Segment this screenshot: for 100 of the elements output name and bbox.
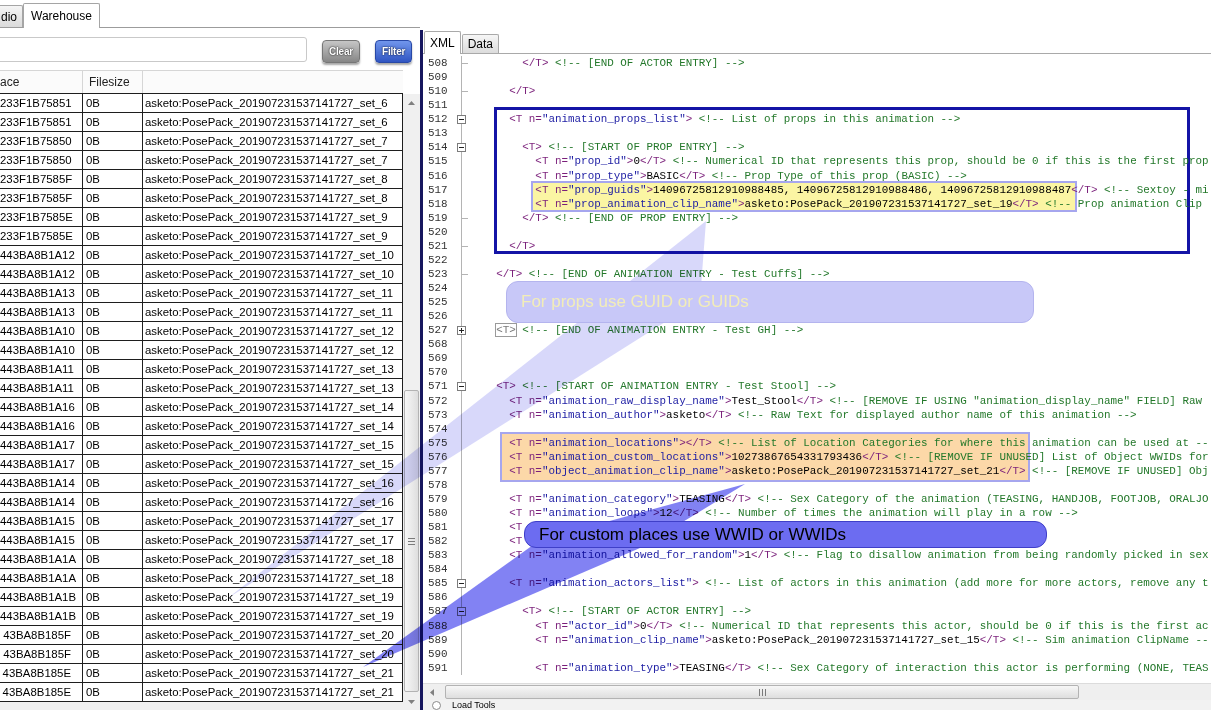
code-line: <T n="animation_custom_locations">10273867654331793436</T> <!-- [REMOVE IF UNUSED] List of Object WWIDs for: [509, 449, 1209, 464]
table-cell: 0B: [83, 170, 143, 189]
line-number: 513: [428, 126, 449, 141]
table-cell: 43BA8B185E: [0, 683, 83, 702]
line-number: 520: [428, 224, 449, 239]
column-header: Filesize: [83, 71, 143, 93]
table-cell: 233F1B7585F: [0, 189, 83, 208]
line-number: 586: [428, 590, 449, 605]
line-number: 511: [428, 98, 449, 113]
table-cell: 0B: [83, 379, 143, 398]
table-cell: 0B: [83, 588, 143, 607]
table-cell: 0B: [83, 455, 143, 474]
table-cell: 443BA8B1A16: [0, 417, 83, 436]
minus-box-icon[interactable]: [457, 578, 466, 588]
grip-lines-icon: [758, 688, 766, 696]
up-arrow-icon[interactable]: [408, 100, 415, 105]
search-field[interactable]: [0, 37, 307, 62]
line-number: 575: [428, 435, 449, 450]
code-line: <T: [509, 534, 523, 549]
line-number: 508: [428, 56, 449, 71]
line-number: 590: [428, 646, 449, 661]
minus-box-icon[interactable]: [457, 114, 466, 124]
table-cell: 0B: [83, 683, 143, 702]
code-line: <T n="animation_type">TEASING</T> <!-- Sex Category of interaction this actor is performing (NONE, TEAS: [535, 660, 1209, 675]
table-cell: 443BA8B1A14: [0, 493, 83, 512]
table-cell: 233F1B75850: [0, 132, 83, 151]
table-cell: 0B: [83, 664, 143, 683]
code-line: <T> <!-- [START OF PROP ENTRY] -->: [522, 140, 745, 155]
table-cell: asketo:PosePack_201907231537141727_set_19: [143, 588, 403, 607]
radio-option[interactable]: Load Tools: [432, 700, 496, 710]
table-cell: 0B: [83, 246, 143, 265]
table-cell: asketo:PosePack_201907231537141727_set_15: [143, 436, 403, 455]
line-number: 583: [428, 548, 449, 563]
table-cell: asketo:PosePack_201907231537141727_set_17: [143, 512, 403, 531]
table-cell: 0B: [83, 550, 143, 569]
plus-box-icon[interactable]: [457, 325, 466, 335]
line-number: 588: [428, 618, 449, 633]
table-cell: 443BA8B1A10: [0, 341, 83, 360]
line-number: 515: [428, 154, 449, 169]
table-cell: asketo:PosePack_201907231537141727_set_10: [143, 265, 403, 284]
line-number: 522: [428, 252, 449, 267]
line-number: 521: [428, 238, 449, 253]
line-number: 570: [428, 365, 449, 380]
tab[interactable]: Warehouse: [23, 3, 100, 28]
code-line: <T n="animation_props_list"> <!-- List of props in this animation -->: [509, 112, 961, 127]
code-line: </T> <!-- [END OF ACTOR ENTRY] -->: [522, 56, 745, 71]
line-number: 577: [428, 463, 449, 478]
line-number: 568: [428, 337, 449, 352]
minus-box-icon[interactable]: [457, 381, 466, 391]
table-cell: 443BA8B1A14: [0, 474, 83, 493]
table-cell: 0B: [83, 436, 143, 455]
filter-button[interactable]: Filter: [375, 40, 413, 63]
line-number: 569: [428, 351, 449, 366]
code-line: <T n="animation_locations"></T> <!-- List of Location Categories for where this animation can be used at --: [509, 435, 1209, 450]
table-cell: asketo:PosePack_201907231537141727_set_14: [143, 398, 403, 417]
code-line: <T n="animation_category">TEASING</T> <!-- Sex Category of the animation (TEASING, HANDJOB, FOOTJOB, ORALJO: [509, 491, 1209, 506]
line-number: 573: [428, 407, 449, 422]
table-cell: 0B: [83, 512, 143, 531]
line-number: 518: [428, 196, 449, 211]
table-cell: 443BA8B1A17: [0, 436, 83, 455]
table-cell: 443BA8B1A1B: [0, 588, 83, 607]
line-number: 510: [428, 84, 449, 99]
code-line: </T> <!-- [END OF ANIMATION ENTRY - Test Cuffs] -->: [496, 266, 830, 281]
line-number: 514: [428, 140, 449, 155]
table-cell: 443BA8B1A11: [0, 379, 83, 398]
table-cell: asketo:PosePack_201907231537141727_set_9: [143, 208, 403, 227]
table-cell: asketo:PosePack_201907231537141727_set_21: [143, 683, 403, 702]
minus-box-icon[interactable]: [457, 142, 466, 152]
table-cell: asketo:PosePack_201907231537141727_set_8: [143, 189, 403, 208]
table-cell: asketo:PosePack_201907231537141727_set_14: [143, 417, 403, 436]
table-cell: 443BA8B1A10: [0, 322, 83, 341]
table-cell: 233F1B75851: [0, 94, 83, 113]
down-arrow-icon[interactable]: [408, 699, 415, 704]
table-cell: 443BA8B1A13: [0, 284, 83, 303]
left-arrow-icon[interactable]: [429, 688, 434, 696]
scrollbar-thumb[interactable]: [445, 685, 1079, 699]
table-cell: 0B: [83, 94, 143, 113]
line-number: 582: [428, 534, 449, 549]
radio-icon[interactable]: [432, 700, 441, 710]
line-number: 576: [428, 449, 449, 464]
table-cell: 443BA8B1A15: [0, 512, 83, 531]
table-cell: 0B: [83, 322, 143, 341]
line-number: 579: [428, 491, 449, 506]
table-cell: asketo:PosePack_201907231537141727_set_10: [143, 246, 403, 265]
tab[interactable]: Data: [461, 34, 500, 53]
code-line: <T n="object_animation_clip_name">asketo:PosePack_201907231537141727_set_21</T> <!-- [REMOVE IF UNUSED] Obj: [509, 463, 1209, 478]
tab[interactable]: XML: [424, 31, 461, 54]
column-header: ace: [0, 71, 83, 93]
table-cell: 0B: [83, 284, 143, 303]
table-cell: asketo:PosePack_201907231537141727_set_7: [143, 151, 403, 170]
table-cell: 0B: [83, 626, 143, 645]
table-cell: 43BA8B185F: [0, 645, 83, 664]
table-cell: asketo:PosePack_201907231537141727_set_18: [143, 550, 403, 569]
table-cell: 443BA8B1A16: [0, 398, 83, 417]
table-cell: 0B: [83, 208, 143, 227]
table-cell: 443BA8B1A1A: [0, 550, 83, 569]
tab[interactable]: dio: [0, 5, 23, 27]
table-cell: 443BA8B1A11: [0, 360, 83, 379]
table-cell: 233F1B7585E: [0, 227, 83, 246]
code-line: </T> <!-- [END OF PROP ENTRY] -->: [522, 210, 738, 225]
